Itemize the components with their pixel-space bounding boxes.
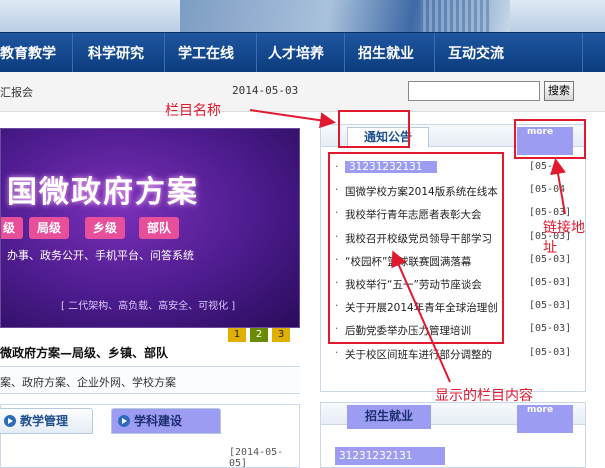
nav-divider: [72, 33, 73, 73]
feature-pill: 部队: [139, 217, 180, 239]
banner-building-detail: [420, 0, 490, 32]
nav-divider: [582, 33, 583, 73]
nav-divider: [256, 33, 257, 73]
annotation-box-link: [514, 119, 586, 159]
admissions-panel: 招生就业 more 31231232131: [320, 402, 586, 468]
list-item-date: [05-03]: [529, 207, 572, 219]
list-item[interactable]: · 关于校区间班车进行部分调整的 [05-03]: [335, 347, 583, 370]
category-links[interactable]: 案、政府方案、企业外网、学校方案: [0, 374, 176, 390]
search-input[interactable]: [408, 81, 540, 101]
info-bar: 汇报会 2014-05-03 搜索: [0, 72, 605, 112]
arrow-icon: [4, 415, 16, 427]
nav-item-interaction[interactable]: 互动交流: [448, 43, 504, 63]
category-strip: 案、政府方案、企业外网、学校方案: [0, 366, 300, 394]
annotation-label-link: 链接地址: [543, 220, 585, 256]
admissions-panel-title[interactable]: 招生就业: [347, 405, 431, 429]
news-ticker-text[interactable]: 汇报会: [0, 84, 33, 100]
tab-teaching-management[interactable]: 教学管理: [0, 408, 93, 434]
feature-pill: 级: [1, 217, 24, 239]
arrow-icon: [118, 415, 130, 427]
header-banner: [0, 0, 605, 32]
feature-image[interactable]: 国微政府方案 级 局级 乡级 部队 办事、政务公开、手机平台、问答系统 [ 二代…: [0, 128, 300, 328]
list-item-title[interactable]: 31231232131: [335, 447, 445, 465]
admissions-more-link[interactable]: more: [517, 405, 573, 433]
feature-tagline: [ 二代架构、高负载、高安全、可视化 ]: [61, 301, 236, 312]
feature-caption[interactable]: 微政府方案—局级、乡镇、部队: [0, 344, 168, 361]
annotation-label-content: 显示的栏目内容: [435, 388, 533, 404]
slide-dot[interactable]: 1: [228, 328, 246, 342]
nav-divider: [164, 33, 165, 73]
nav-divider: [344, 33, 345, 73]
search-button[interactable]: 搜索: [544, 81, 574, 101]
nav-item-student-affairs[interactable]: 学工在线: [178, 43, 234, 63]
main-nav: 教育教学 科学研究 学工在线 人才培养 招生就业 互动交流: [0, 32, 605, 73]
nav-item-research[interactable]: 科学研究: [88, 43, 144, 63]
feature-pill: 乡级: [85, 217, 126, 239]
slide-pager: 1 2 3: [228, 328, 294, 344]
ticker-date: 2014-05-03: [232, 84, 299, 97]
section-tabs: 教学管理 学科建设 [2014-05-05]: [0, 404, 300, 468]
nav-item-admissions[interactable]: 招生就业: [358, 43, 414, 63]
tab-discipline-building[interactable]: 学科建设: [111, 408, 221, 434]
nav-divider: [434, 33, 435, 73]
feature-subline: 办事、政务公开、手机平台、问答系统: [7, 249, 194, 262]
list-item-date: [05-0: [529, 161, 560, 172]
bullet-icon: ·: [335, 346, 339, 359]
list-item-date: [05-03]: [529, 323, 572, 335]
feature-slideshow: 国微政府方案 级 局级 乡级 部队 办事、政务公开、手机平台、问答系统 [ 二代…: [0, 124, 302, 360]
slide-dot-active[interactable]: 2: [250, 328, 268, 342]
page: 教育教学 科学研究 学工在线 人才培养 招生就业 互动交流 汇报会 2014-0…: [0, 0, 605, 468]
tab-label: 教学管理: [20, 414, 69, 428]
nav-item-talent[interactable]: 人才培养: [268, 43, 324, 63]
list-item-date: [05-04: [529, 184, 566, 196]
annotation-box-content: [328, 152, 504, 344]
feature-headline: 国微政府方案: [7, 175, 199, 210]
tab-item-date: [2014-05-05]: [229, 447, 284, 468]
annotation-label-column-name: 栏目名称: [165, 103, 221, 119]
list-item-date: [05-03]: [529, 300, 572, 312]
annotation-box-column-name: [338, 110, 410, 148]
nav-item-teaching[interactable]: 教育教学: [0, 43, 56, 63]
tab-label: 学科建设: [134, 414, 183, 428]
list-item-date: [05-03]: [529, 276, 572, 288]
slide-dot[interactable]: 3: [272, 328, 290, 342]
list-item-date: [05-03]: [529, 346, 572, 358]
list-item-title[interactable]: 关于校区间班车进行部分调整的: [345, 347, 517, 362]
feature-pill: 局级: [29, 217, 70, 239]
